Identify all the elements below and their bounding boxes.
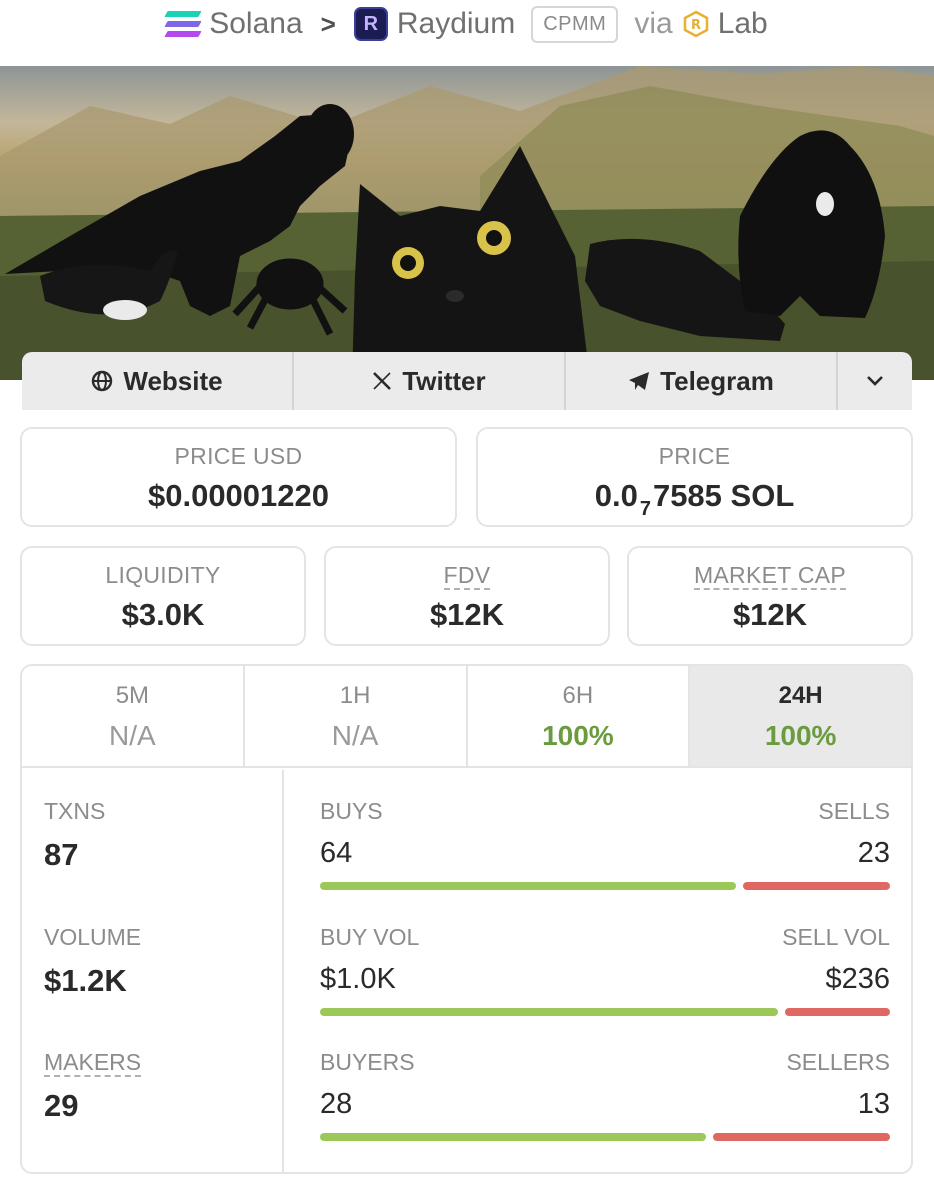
price-native-zero-count: 7 (639, 498, 651, 520)
price-usd-card: PRICE USD $0.00001220 (20, 427, 457, 527)
buyers-label: BUYERS (320, 1049, 415, 1075)
tab-24h-label: 24H (778, 682, 823, 709)
sellers-bar-fill (712, 1133, 890, 1141)
price-usd-label: PRICE USD (174, 443, 303, 469)
tab-1h-change: N/A (331, 720, 379, 751)
fdv-card[interactable]: FDV $12K (324, 546, 610, 646)
x-logo-icon (373, 372, 392, 390)
fdv-label: FDV (326, 562, 608, 590)
volume-split-row: BUY VOL SELL VOL $1.0K $236 (320, 924, 890, 1016)
breadcrumb-launchpad[interactable]: R Lab (683, 7, 768, 41)
volume-value: $1.2K (44, 963, 127, 998)
liquidity-label: LIQUIDITY (105, 562, 221, 588)
tab-6h-change: 100% (542, 720, 614, 751)
sellers-value: 13 (857, 1088, 890, 1120)
telegram-plane-icon (629, 372, 650, 390)
totals-column: TXNS 87 VOLUME $1.2K MAKERS 29 (22, 770, 284, 1172)
launchpad-name: Lab (717, 7, 768, 40)
more-links-button[interactable] (838, 352, 912, 410)
volume-split-bar (320, 1008, 890, 1016)
timeframe-tabs: 5M N/A 1H N/A 6H 100% 24H 100% (22, 666, 911, 768)
makers-stat[interactable]: MAKERS 29 (44, 1049, 142, 1124)
split-column: BUYS SELLS 64 23 BUY VOL SELL VOL $1.0K … (320, 770, 890, 1172)
tab-5m-label: 5M (115, 682, 150, 709)
price-native-prefix: 0.0 (594, 478, 638, 513)
tab-6h[interactable]: 6H 100% (468, 666, 691, 766)
sells-bar-fill (742, 882, 890, 890)
dex-name: Raydium (396, 7, 516, 40)
txns-stat: TXNS 87 (44, 798, 105, 873)
twitter-link[interactable]: Twitter (294, 352, 566, 410)
sells-value: 23 (857, 837, 890, 869)
buys-label: BUYS (320, 798, 383, 824)
buys-value: 64 (320, 837, 353, 869)
svg-text:R: R (691, 18, 701, 33)
via-label: via (634, 7, 673, 40)
breadcrumb-separator: > (320, 8, 336, 39)
sell-vol-bar-fill (784, 1008, 890, 1016)
solana-logo-icon (164, 11, 202, 37)
sellers-label: SELLERS (786, 1049, 890, 1075)
market-cap-value: $12K (732, 597, 808, 632)
tab-24h-change: 100% (764, 720, 837, 751)
sell-vol-label: SELL VOL (782, 924, 890, 950)
tab-5m[interactable]: 5M N/A (22, 666, 245, 766)
breadcrumb: Solana > R Raydium CPMM via R Lab (0, 0, 934, 48)
stats-panel: 5M N/A 1H N/A 6H 100% 24H 100% TXNS 87 V… (20, 664, 913, 1174)
buys-bar-fill (320, 882, 737, 890)
price-native-card: PRICE 0.0 77585 SOL (476, 427, 913, 527)
tab-6h-label: 6H (562, 682, 594, 709)
liquidity-card: LIQUIDITY $3.0K (20, 546, 306, 646)
chain-name: Solana (209, 7, 303, 40)
txns-label: TXNS (44, 798, 106, 824)
breadcrumb-dex[interactable]: R Raydium (353, 7, 516, 41)
tab-24h[interactable]: 24H 100% (690, 666, 911, 766)
market-cap-label: MARKET CAP (629, 562, 911, 590)
telegram-link-label: Telegram (660, 365, 774, 396)
buyers-value: 28 (320, 1088, 353, 1120)
buyers-bar-fill (320, 1133, 706, 1141)
volume-label: VOLUME (44, 924, 142, 950)
globe-icon (92, 370, 113, 392)
buys-sells-bar (320, 882, 890, 890)
makers-split-row: BUYERS SELLERS 28 13 (320, 1049, 890, 1141)
telegram-link[interactable]: Telegram (566, 352, 838, 410)
fdv-label-text: FDV (443, 562, 491, 590)
sell-vol-value: $236 (825, 963, 890, 995)
sells-label: SELLS (818, 798, 890, 824)
makers-label: MAKERS (44, 1049, 142, 1077)
buy-vol-value: $1.0K (320, 963, 396, 995)
pool-type-badge: CPMM (531, 5, 619, 43)
breadcrumb-chain[interactable]: Solana (164, 7, 303, 41)
chevron-down-icon (867, 376, 883, 386)
buys-sells-row: BUYS SELLS 64 23 (320, 798, 890, 890)
makers-split-bar (320, 1133, 890, 1141)
makers-value: 29 (44, 1088, 79, 1123)
price-native-label: PRICE (658, 443, 731, 469)
raydium-logo-icon: R (353, 7, 388, 41)
twitter-link-label: Twitter (402, 365, 486, 396)
website-link[interactable]: Website (22, 352, 294, 410)
tab-1h[interactable]: 1H N/A (245, 666, 468, 766)
website-link-label: Website (123, 365, 223, 396)
liquidity-value: $3.0K (121, 597, 205, 632)
price-usd-value: $0.00001220 (147, 478, 330, 513)
social-links-bar: Website Twitter Telegram (22, 352, 912, 410)
market-cap-card[interactable]: MARKET CAP $12K (627, 546, 913, 646)
buy-vol-label: BUY VOL (320, 924, 420, 950)
makers-label-text: MAKERS (44, 1049, 142, 1077)
txns-value: 87 (44, 837, 79, 872)
price-native-suffix: 7585 SOL (652, 478, 795, 513)
tab-1h-label: 1H (339, 682, 371, 709)
token-banner-image (0, 66, 934, 380)
lab-logo-icon: R (683, 10, 709, 38)
market-cap-label-text: MARKET CAP (693, 562, 847, 590)
buy-vol-bar-fill (320, 1008, 778, 1016)
price-native-value: 0.0 77585 SOL (478, 478, 911, 521)
tab-5m-change: N/A (109, 720, 156, 751)
volume-stat: VOLUME $1.2K (44, 924, 141, 999)
fdv-value: $12K (429, 597, 505, 632)
